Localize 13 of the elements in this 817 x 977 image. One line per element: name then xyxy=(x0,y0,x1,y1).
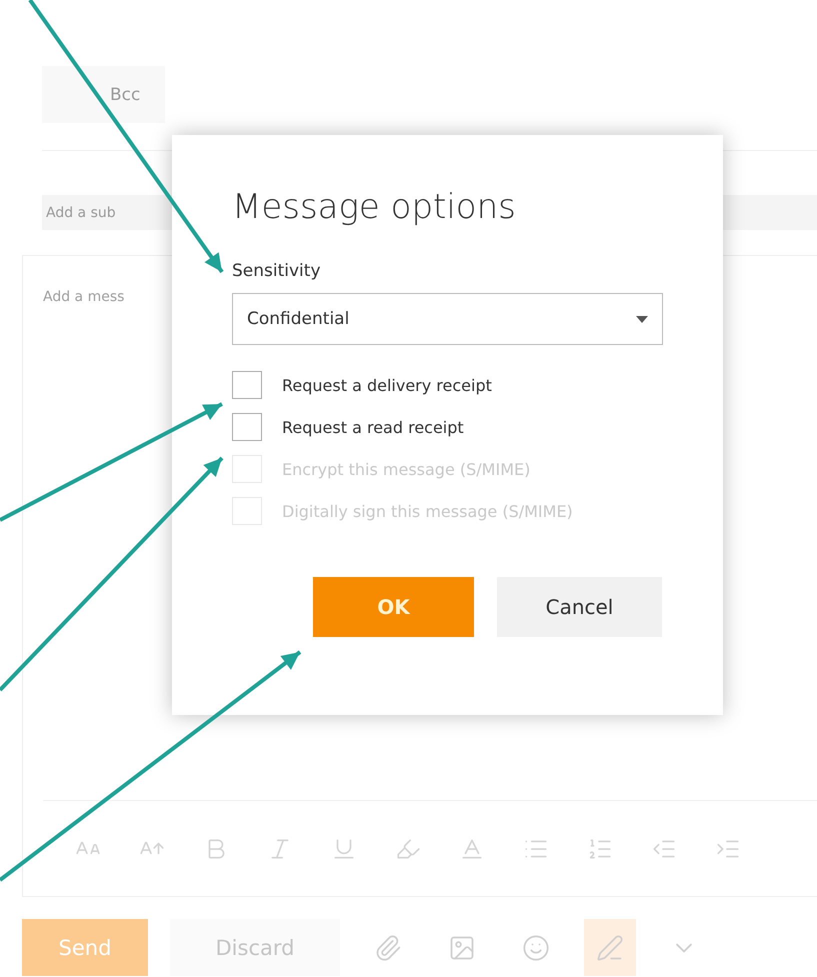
cancel-button[interactable]: Cancel xyxy=(497,577,662,637)
bcc-button[interactable]: Bcc xyxy=(42,66,165,123)
ok-button[interactable]: OK xyxy=(313,577,474,637)
option-label: Request a read receipt xyxy=(282,418,464,436)
sensitivity-dropdown[interactable]: Confidential xyxy=(232,293,663,345)
checkbox[interactable] xyxy=(232,413,262,441)
dialog-title: Message options xyxy=(232,187,517,227)
sensitivity-label: Sensitivity xyxy=(232,261,322,281)
message-placeholder: Add a mess xyxy=(43,289,124,305)
option-label: Request a delivery receipt xyxy=(282,376,492,394)
pen-icon[interactable] xyxy=(584,919,636,976)
checkbox[interactable] xyxy=(232,371,262,399)
caret-icon xyxy=(636,316,648,322)
